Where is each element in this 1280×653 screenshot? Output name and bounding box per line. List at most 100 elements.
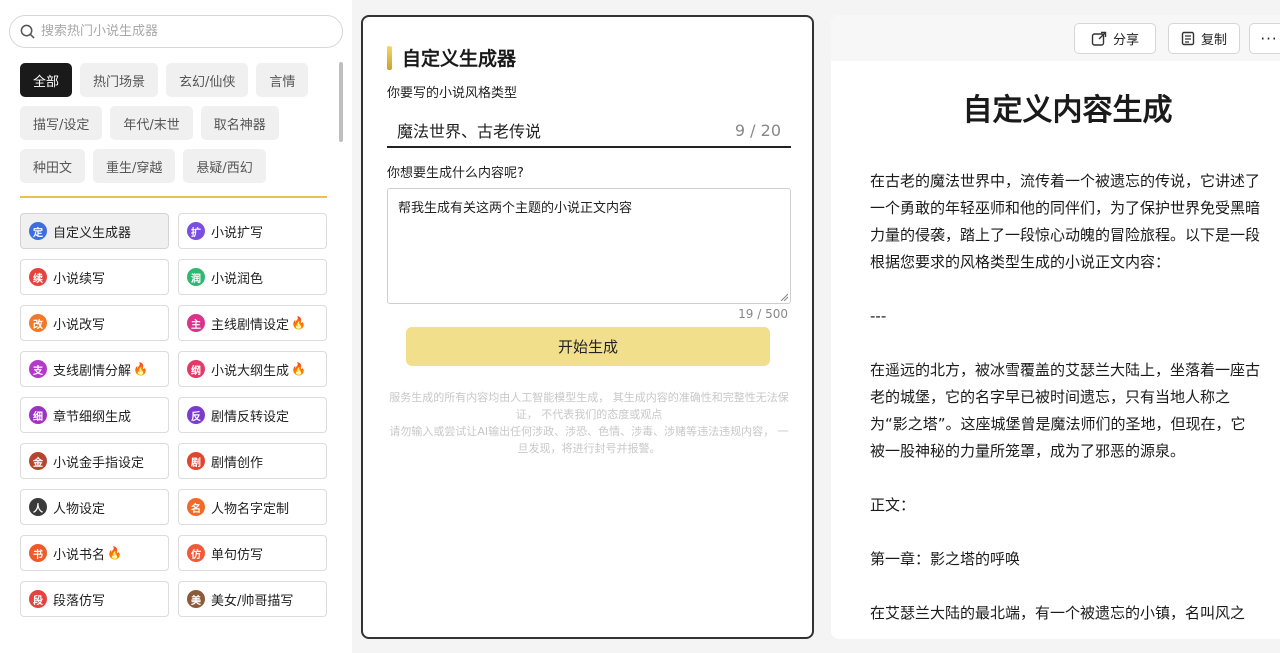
fire-icon: 🔥	[291, 362, 306, 376]
form-header: 自定义生成器	[387, 44, 516, 71]
tool-label: 小说润色	[211, 271, 264, 287]
content-char-count: 19 / 500	[738, 307, 788, 321]
tool-label: 小说扩写	[211, 225, 264, 241]
tool-icon: 续	[29, 268, 47, 286]
tool-icon: 剧	[187, 452, 205, 470]
tool-icon: 名	[187, 498, 205, 516]
tool-item[interactable]: 润小说润色	[178, 259, 327, 295]
generate-button[interactable]: 开始生成	[406, 327, 770, 366]
category-tab[interactable]: 描写/设定	[20, 106, 103, 140]
style-label: 你要写的小说风格类型	[387, 86, 518, 101]
tool-list: 定自定义生成器扩小说扩写续小说续写润小说润色改小说改写主主线剧情设定 🔥 支支线剧情…	[20, 213, 327, 617]
tool-item[interactable]: 名人物名字定制	[178, 489, 327, 525]
tool-icon: 书	[29, 544, 47, 562]
result-paragraph: 在古老的魔法世界中，流传着一个被遗忘的传说，它讲述了一个勇敢的年轻巫师和他的同伴…	[870, 172, 1261, 271]
share-label: 分享	[1112, 33, 1139, 48]
result-paragraph: 正文：	[870, 496, 916, 514]
tool-item[interactable]: 段段落仿写	[20, 581, 169, 617]
result-paragraph: 在艾瑟兰大陆的最北端，有一个被遗忘的小镇，名叫风之	[870, 604, 1246, 622]
search-icon	[20, 24, 35, 39]
tool-label: 自定义生成器	[53, 225, 132, 241]
tool-item[interactable]: 续小说续写	[20, 259, 169, 295]
copy-label: 复制	[1200, 33, 1227, 48]
result-content: 在古老的魔法世界中，流传着一个被遗忘的传说，它讲述了一个勇敢的年轻巫师和他的同伴…	[870, 168, 1260, 639]
tool-label: 单句仿写	[211, 547, 264, 563]
tool-item[interactable]: 金小说金手指设定	[20, 443, 169, 479]
tool-label: 主线剧情设定	[211, 317, 290, 333]
tool-label: 小说书名	[53, 547, 106, 563]
tool-item[interactable]: 反剧情反转设定	[178, 397, 327, 433]
tool-label: 章节细纲生成	[53, 409, 132, 425]
tool-label: 人物设定	[53, 501, 106, 517]
resize-handle-icon[interactable]	[780, 293, 788, 301]
generator-form: 自定义生成器 你要写的小说风格类型 魔法世界、古老传说 9 / 20 你想要生成…	[361, 15, 814, 639]
form-title: 自定义生成器	[402, 48, 517, 70]
copy-button[interactable]: 复制	[1168, 23, 1240, 54]
style-input-value: 魔法世界、古老传说	[397, 122, 542, 141]
category-tab[interactable]: 热门场景	[80, 63, 159, 97]
tool-item[interactable]: 支支线剧情分解 🔥	[20, 351, 169, 387]
tool-item[interactable]: 书小说书名 🔥	[20, 535, 169, 571]
tool-item[interactable]: 人人物设定	[20, 489, 169, 525]
share-button[interactable]: 分享	[1074, 23, 1156, 54]
tool-icon: 金	[29, 452, 47, 470]
category-tab[interactable]: 言情	[256, 63, 309, 97]
tool-label: 人物名字定制	[211, 501, 290, 517]
fire-icon: 🔥	[291, 316, 306, 330]
more-icon: ···	[1260, 29, 1278, 48]
category-tab[interactable]: 年代/末世	[110, 106, 193, 140]
tool-icon: 美	[187, 590, 205, 608]
tool-item[interactable]: 细章节细纲生成	[20, 397, 169, 433]
sidebar-scrollbar[interactable]	[339, 62, 343, 142]
tool-icon: 改	[29, 314, 47, 332]
style-input[interactable]: 魔法世界、古老传说 9 / 20	[387, 114, 791, 148]
tool-item[interactable]: 剧剧情创作	[178, 443, 327, 479]
result-paragraph: ---	[870, 307, 887, 325]
tool-item[interactable]: 改小说改写	[20, 305, 169, 341]
tool-item[interactable]: 美美女/帅哥描写	[178, 581, 327, 617]
tool-item[interactable]: 扩小说扩写	[178, 213, 327, 249]
copy-icon	[1181, 31, 1195, 46]
tool-icon: 仿	[187, 544, 205, 562]
category-tab[interactable]: 种田文	[20, 149, 86, 183]
result-panel: 分享 复制 ··· 自定义内容生成 在古老的魔法世界中，流传着一个被遗忘的传说，…	[831, 15, 1280, 639]
disclaimer-line-2: 请勿输入或尝试让AI输出任何涉政、涉恐、色情、涉毒、涉赌等违法违规内容， 一旦发…	[389, 425, 789, 455]
result-toolbar: 分享 复制 ···	[831, 15, 1280, 61]
title-accent-bar	[387, 45, 392, 70]
content-textarea-value: 帮我生成有关这两个主题的小说正文内容	[398, 201, 633, 216]
tool-item[interactable]: 纲小说大纲生成 🔥	[178, 351, 327, 387]
disclaimer: 服务生成的所有内容均由人工智能模型生成， 其生成内容的准确性和完整性无法保证， …	[387, 389, 791, 457]
tool-label: 小说续写	[53, 271, 106, 287]
tool-icon: 人	[29, 498, 47, 516]
tool-icon: 扩	[187, 222, 205, 240]
tool-item[interactable]: 定自定义生成器	[20, 213, 169, 249]
generator-sidebar: 全部热门场景玄幻/仙侠言情描写/设定年代/末世取名神器种田文重生/穿越悬疑/西幻…	[0, 0, 352, 653]
tool-icon: 细	[29, 406, 47, 424]
tool-label: 美女/帅哥描写	[211, 593, 294, 609]
tool-icon: 段	[29, 590, 47, 608]
content-textarea[interactable]: 帮我生成有关这两个主题的小说正文内容	[387, 188, 791, 304]
tool-icon: 润	[187, 268, 205, 286]
more-button[interactable]: ···	[1249, 23, 1280, 54]
tool-label: 小说改写	[53, 317, 106, 333]
category-tab[interactable]: 重生/穿越	[93, 149, 176, 183]
tool-label: 剧情创作	[211, 455, 264, 471]
tool-label: 支线剧情分解	[53, 363, 132, 379]
tool-icon: 主	[187, 314, 205, 332]
result-paragraph: 第一章：影之塔的呼唤	[870, 550, 1021, 568]
category-tabs: 全部 热门场景 玄幻/仙侠 言情描写/设定 年代/末世 取名神器种田文 重生/穿越 悬疑/西幻	[20, 63, 340, 183]
style-char-count: 9 / 20	[734, 120, 781, 140]
tool-item[interactable]: 主主线剧情设定 🔥	[178, 305, 327, 341]
search-input[interactable]	[41, 24, 321, 39]
tool-label: 小说大纲生成	[211, 363, 290, 379]
category-tab[interactable]: 全部	[20, 63, 73, 97]
category-tab[interactable]: 取名神器	[200, 106, 279, 140]
category-tab[interactable]: 悬疑/西幻	[183, 149, 266, 183]
fire-icon: 🔥	[133, 362, 148, 376]
tool-label: 小说金手指设定	[53, 455, 145, 471]
category-tab[interactable]: 玄幻/仙侠	[166, 63, 249, 97]
share-icon	[1091, 31, 1107, 46]
tool-icon: 支	[29, 360, 47, 378]
search-box[interactable]	[9, 15, 343, 48]
tool-item[interactable]: 仿单句仿写	[178, 535, 327, 571]
